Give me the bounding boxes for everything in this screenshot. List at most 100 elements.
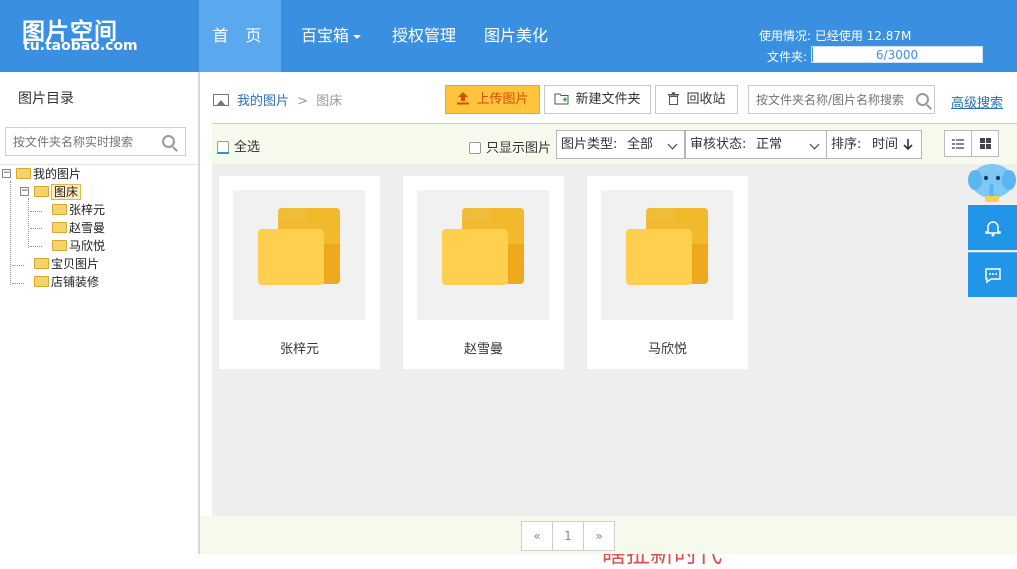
tree-item-my-images[interactable]: 我的图片 <box>16 166 81 182</box>
tree-collapse-toggle[interactable]: − <box>2 169 11 178</box>
tree-item-label: 图床 <box>51 184 81 200</box>
folder-open-icon <box>34 186 49 197</box>
notification-button[interactable] <box>968 205 1017 250</box>
only-images-checkbox[interactable] <box>469 142 481 154</box>
list-icon <box>952 139 964 149</box>
tree-guide <box>30 211 42 212</box>
tree-guide <box>12 283 24 284</box>
tree-item-label: 我的图片 <box>33 167 81 181</box>
pagination-bar: « 1 » <box>200 516 1017 554</box>
new-folder-button[interactable]: 新建文件夹 <box>544 85 651 114</box>
tree-item-label: 张梓元 <box>69 203 105 217</box>
nav-toolbox[interactable]: 百宝箱 <box>301 0 361 72</box>
tree-item-label: 宝贝图片 <box>51 257 99 271</box>
new-folder-label: 新建文件夹 <box>575 92 640 107</box>
review-status-select[interactable]: 审核状态: 正常 <box>685 130 827 159</box>
upload-button[interactable]: 上传图片 <box>445 85 540 114</box>
grid-icon <box>980 138 991 149</box>
top-bar: 图片空间 tu.taobao.com 首 页 百宝箱 授权管理 图片美化 使用情… <box>0 0 1017 72</box>
trash-icon <box>667 92 680 105</box>
only-images-toggle[interactable]: 只显示图片 <box>469 137 551 156</box>
tree-guide <box>28 198 29 248</box>
breadcrumb-root[interactable]: 我的图片 <box>237 94 289 109</box>
tree-item-label: 马欣悦 <box>69 239 105 253</box>
logo[interactable]: 图片空间 tu.taobao.com <box>0 0 198 72</box>
upload-label: 上传图片 <box>476 92 528 107</box>
list-view-button[interactable] <box>944 130 972 157</box>
sidebar-title: 图片目录 <box>18 88 74 108</box>
tree-item-maxinyue[interactable]: 马欣悦 <box>52 238 105 254</box>
image-type-select[interactable]: 图片类型: 全部 <box>556 130 685 159</box>
caret-down-icon <box>353 35 361 39</box>
folder-icon <box>258 208 340 285</box>
folder-name: 张梓元 <box>219 338 380 357</box>
tree-guide <box>12 265 24 266</box>
sort-select[interactable]: 排序: 时间 <box>826 130 922 159</box>
bell-icon <box>984 219 1002 237</box>
select-all-underline <box>217 152 229 154</box>
tree-guide <box>30 228 42 229</box>
tree-item-zhangziyuan[interactable]: 张梓元 <box>52 202 105 218</box>
folder-name: 赵雪曼 <box>403 338 564 357</box>
folder-icon <box>34 258 49 269</box>
only-images-label: 只显示图片 <box>486 141 551 156</box>
sidebar-search <box>5 127 186 156</box>
folder-thumbnail <box>601 190 733 320</box>
chat-button[interactable] <box>968 252 1017 297</box>
nav-beautify[interactable]: 图片美化 <box>484 0 548 72</box>
folder-icon <box>52 222 67 233</box>
review-status-label: 审核状态: <box>690 137 746 152</box>
breadcrumb: 我的图片 > 图床 <box>213 90 342 109</box>
pager-page-1[interactable]: 1 <box>552 521 584 551</box>
sidebar: 图片目录 − 我的图片 − 图床 张梓元 赵雪曼 马欣悦 宝贝图片 <box>0 72 200 554</box>
search-icon[interactable] <box>916 93 929 106</box>
tree-item-shop-decoration[interactable]: 店铺装修 <box>34 274 99 290</box>
tree-item-label: 赵雪曼 <box>69 221 105 235</box>
folder-tree: − 我的图片 − 图床 张梓元 赵雪曼 马欣悦 宝贝图片 店铺装修 <box>0 164 198 554</box>
folder-icon <box>52 204 67 215</box>
image-type-label: 图片类型: <box>561 137 617 152</box>
grid-view-button[interactable] <box>971 130 999 157</box>
select-all[interactable]: 全选 <box>217 136 260 155</box>
pagination: « 1 » <box>522 521 615 551</box>
folder-icon <box>442 208 524 285</box>
logo-subtitle: tu.taobao.com <box>23 38 138 54</box>
chat-icon <box>984 267 1002 284</box>
folder-icon <box>52 240 67 251</box>
recycle-bin-label: 回收站 <box>686 92 725 107</box>
nav-toolbox-label: 百宝箱 <box>301 26 349 45</box>
folder-card[interactable]: 马欣悦 <box>587 176 748 369</box>
arrow-down-icon <box>903 139 913 151</box>
tree-item-baby-images[interactable]: 宝贝图片 <box>34 256 99 272</box>
folder-thumbnail <box>233 190 365 320</box>
main-search <box>748 85 935 114</box>
folder-search-input[interactable] <box>6 128 151 155</box>
image-search-input[interactable] <box>749 86 904 113</box>
tree-item-label: 店铺装修 <box>51 275 99 289</box>
folder-quota-bar: 6/3000 <box>811 46 983 63</box>
folder-grid: 张梓元 赵雪曼 马欣悦 瞎扯新时代 <box>212 164 1017 516</box>
folder-quota-count: 6/3000 <box>812 48 982 62</box>
image-icon <box>213 94 229 106</box>
tree-item-tuchuang[interactable]: 图床 <box>34 184 81 200</box>
nav-home[interactable]: 首 页 <box>199 0 281 72</box>
search-icon[interactable] <box>162 135 175 148</box>
elephant-mascot-icon[interactable] <box>967 160 1017 208</box>
folder-name: 马欣悦 <box>587 338 748 357</box>
nav-authorization[interactable]: 授权管理 <box>392 0 456 72</box>
sort-value: 时间 <box>872 131 898 158</box>
folder-thumbnail <box>417 190 549 320</box>
folder-card[interactable]: 赵雪曼 <box>403 176 564 369</box>
tree-item-zhaoxueman[interactable]: 赵雪曼 <box>52 220 105 236</box>
recycle-bin-button[interactable]: 回收站 <box>655 85 738 114</box>
advanced-search-link[interactable]: 高级搜索 <box>951 92 1003 111</box>
folder-quota-label: 文件夹: <box>767 48 807 65</box>
breadcrumb-separator: > <box>297 94 308 109</box>
select-all-label: 全选 <box>234 140 260 155</box>
tree-collapse-toggle[interactable]: − <box>20 187 29 196</box>
pager-next-button[interactable]: » <box>583 521 615 551</box>
sort-label: 排序: <box>831 137 861 152</box>
folder-card[interactable]: 张梓元 <box>219 176 380 369</box>
pager-prev-button[interactable]: « <box>521 521 553 551</box>
filter-bar: 全选 只显示图片 图片类型: 全部 审核状态: 正常 排序: 时间 <box>212 123 1017 164</box>
